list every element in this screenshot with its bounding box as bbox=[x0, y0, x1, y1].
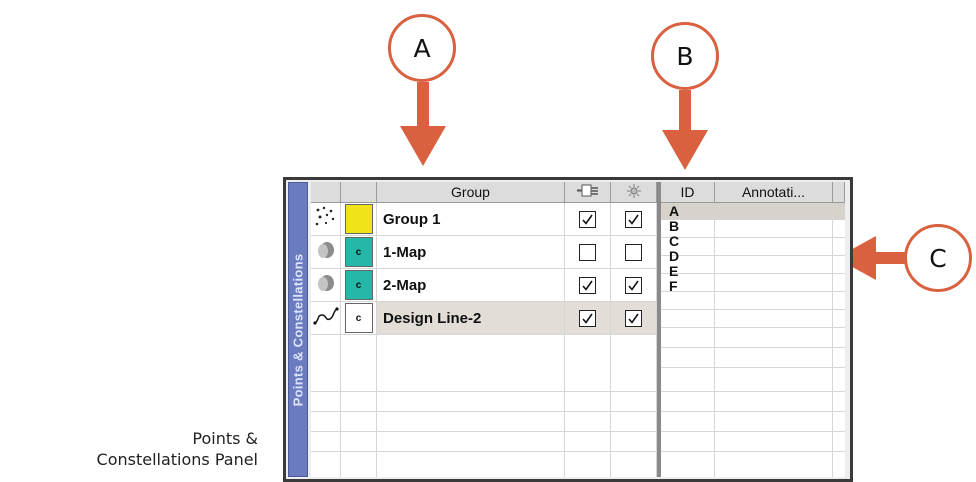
group-name: Design Line-2 bbox=[383, 309, 482, 327]
visibility-checkbox[interactable] bbox=[579, 210, 596, 228]
caption-line-2: Constellations Panel bbox=[96, 450, 258, 469]
id-grid: ID Annotati... A B C D E F bbox=[661, 182, 845, 477]
group-row[interactable]: c 2-Map bbox=[311, 269, 657, 302]
group-name: Group 1 bbox=[383, 210, 441, 228]
side-tab-label: Points & Constellations bbox=[290, 253, 306, 406]
header-annotation-label: Annotati... bbox=[741, 184, 806, 200]
visibility-checkbox[interactable] bbox=[579, 276, 596, 294]
select-checkbox[interactable] bbox=[625, 309, 642, 327]
visibility-checkbox[interactable] bbox=[579, 309, 596, 327]
callout-a: A bbox=[388, 14, 456, 82]
header-swatch-col[interactable] bbox=[341, 182, 377, 203]
group-row[interactable]: c Design Line-2 bbox=[311, 302, 657, 335]
header-id-label: ID bbox=[680, 184, 695, 200]
color-swatch[interactable] bbox=[344, 204, 373, 234]
design-line-icon bbox=[312, 305, 339, 332]
header-group[interactable]: Group bbox=[377, 182, 565, 203]
swatch-label: c bbox=[355, 312, 362, 324]
caption-line-1: Points & bbox=[192, 429, 258, 448]
visibility-column-icon bbox=[576, 183, 600, 201]
select-checkbox[interactable] bbox=[625, 243, 642, 261]
group-row[interactable]: c 1-Map bbox=[311, 236, 657, 269]
select-checkbox[interactable] bbox=[625, 210, 642, 228]
callout-a-label: A bbox=[413, 33, 431, 63]
callout-c-label: C bbox=[929, 243, 947, 273]
callout-c: C bbox=[904, 224, 972, 292]
id-item[interactable]: F bbox=[669, 279, 679, 294]
map-blob-icon bbox=[315, 272, 337, 299]
visibility-checkbox[interactable] bbox=[579, 243, 596, 261]
id-item[interactable]: A bbox=[669, 204, 679, 219]
panel-side-tab[interactable]: Points & Constellations bbox=[288, 182, 308, 477]
header-id[interactable]: ID bbox=[661, 182, 715, 203]
constellation-column-icon bbox=[624, 183, 644, 202]
header-icon-col[interactable] bbox=[311, 182, 341, 203]
header-group-label: Group bbox=[451, 184, 490, 200]
points-constellations-panel: Points & Constellations Group Group 1 c … bbox=[283, 177, 853, 482]
panel-caption: Points & Constellations Panel bbox=[18, 428, 258, 470]
header-annotation[interactable]: Annotati... bbox=[715, 182, 833, 203]
map-blob-icon bbox=[315, 239, 337, 266]
id-item[interactable]: C bbox=[669, 234, 679, 249]
callout-b: B bbox=[651, 22, 719, 90]
color-swatch[interactable]: c bbox=[344, 237, 373, 267]
selected-id-row-highlight bbox=[661, 203, 845, 219]
color-swatch[interactable]: c bbox=[344, 270, 373, 300]
group-row[interactable]: Group 1 bbox=[311, 203, 657, 236]
header-select[interactable] bbox=[611, 182, 657, 203]
id-list: A B C D E F bbox=[669, 204, 679, 294]
group-name: 2-Map bbox=[383, 276, 427, 294]
callout-b-label: B bbox=[676, 41, 694, 71]
group-grid: Group Group 1 c 1-Map c 2-Map c Design L… bbox=[311, 182, 657, 477]
id-item[interactable]: E bbox=[669, 264, 679, 279]
points-scatter-icon bbox=[315, 206, 337, 233]
id-item[interactable]: B bbox=[669, 219, 679, 234]
header-filler bbox=[833, 182, 845, 203]
select-checkbox[interactable] bbox=[625, 276, 642, 294]
swatch-label: c bbox=[355, 279, 362, 291]
id-item[interactable]: D bbox=[669, 249, 679, 264]
header-visibility[interactable] bbox=[565, 182, 611, 203]
color-swatch[interactable]: c bbox=[344, 303, 373, 333]
group-name: 1-Map bbox=[383, 243, 427, 261]
swatch-label: c bbox=[355, 246, 362, 258]
